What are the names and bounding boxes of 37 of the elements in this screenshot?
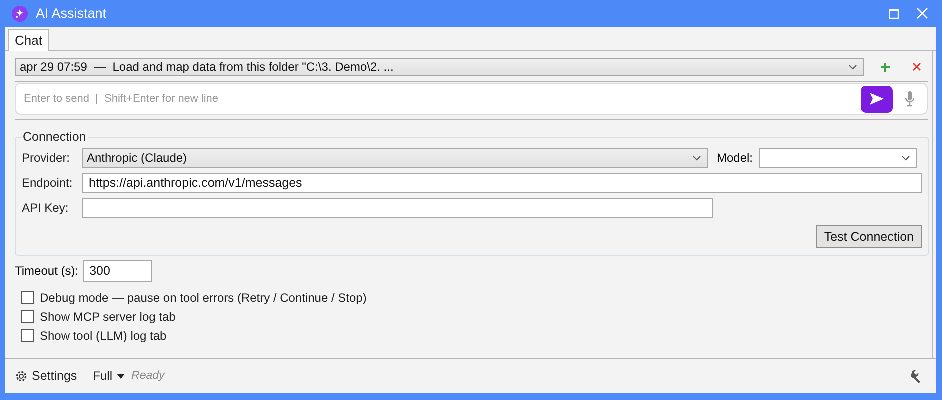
field-label: API Key: xyxy=(22,201,70,215)
checkbox-label: Debug mode — pause on tool errors (Retry / Continue / Stop) xyxy=(40,290,367,304)
checkbox[interactable] xyxy=(21,291,34,304)
send-button[interactable] xyxy=(861,86,893,112)
checkbox[interactable] xyxy=(21,310,34,323)
field-label: Provider: xyxy=(22,151,72,165)
chevron-icon xyxy=(693,156,701,160)
test-connection-button[interactable]: Test Connection xyxy=(816,225,922,248)
close-icon[interactable] xyxy=(916,8,928,19)
checkbox-label: Show MCP server log tab xyxy=(40,310,176,324)
send-icon xyxy=(869,92,885,106)
session-dropdown[interactable]: apr 29 07:59 — Load and map data from this folder "C:\3. Demo\2. ... xyxy=(15,58,864,76)
checkbox[interactable] xyxy=(21,329,34,342)
window-title: AI Assistant xyxy=(36,6,108,21)
timeout-field[interactable]: 300 xyxy=(82,260,152,282)
chevron-icon xyxy=(902,156,910,160)
group-title: Connection xyxy=(22,130,88,144)
endpoint-field[interactable]: https://api.anthropic.com/v1/messages xyxy=(82,173,922,193)
field-label: Timeout (s): xyxy=(15,264,79,278)
field-label: Endpoint: xyxy=(22,176,74,190)
model-dropdown[interactable] xyxy=(759,148,918,168)
provider-dropdown[interactable]: Anthropic (Claude) xyxy=(82,148,708,168)
sparkle-icon xyxy=(12,6,28,22)
checkbox-label: Show tool (LLM) log tab xyxy=(40,328,167,342)
settings-button[interactable]: Settings xyxy=(15,369,78,383)
microphone-icon[interactable] xyxy=(905,91,915,107)
api-key-field[interactable] xyxy=(82,198,713,218)
caret-icon xyxy=(116,374,125,378)
message-box[interactable]: Enter to send | Shift+Enter for new line xyxy=(15,83,928,115)
tab[interactable]: Chat xyxy=(8,29,50,51)
status-text: Ready xyxy=(132,370,165,382)
message-field[interactable]: Enter to send | Shift+Enter for new line xyxy=(22,92,861,106)
maximize-icon[interactable] xyxy=(889,8,899,18)
chevron-icon xyxy=(849,64,858,70)
field-label: Model: xyxy=(717,151,754,165)
settings-icon xyxy=(15,370,28,382)
mode-dropdown[interactable]: Full xyxy=(93,369,125,383)
